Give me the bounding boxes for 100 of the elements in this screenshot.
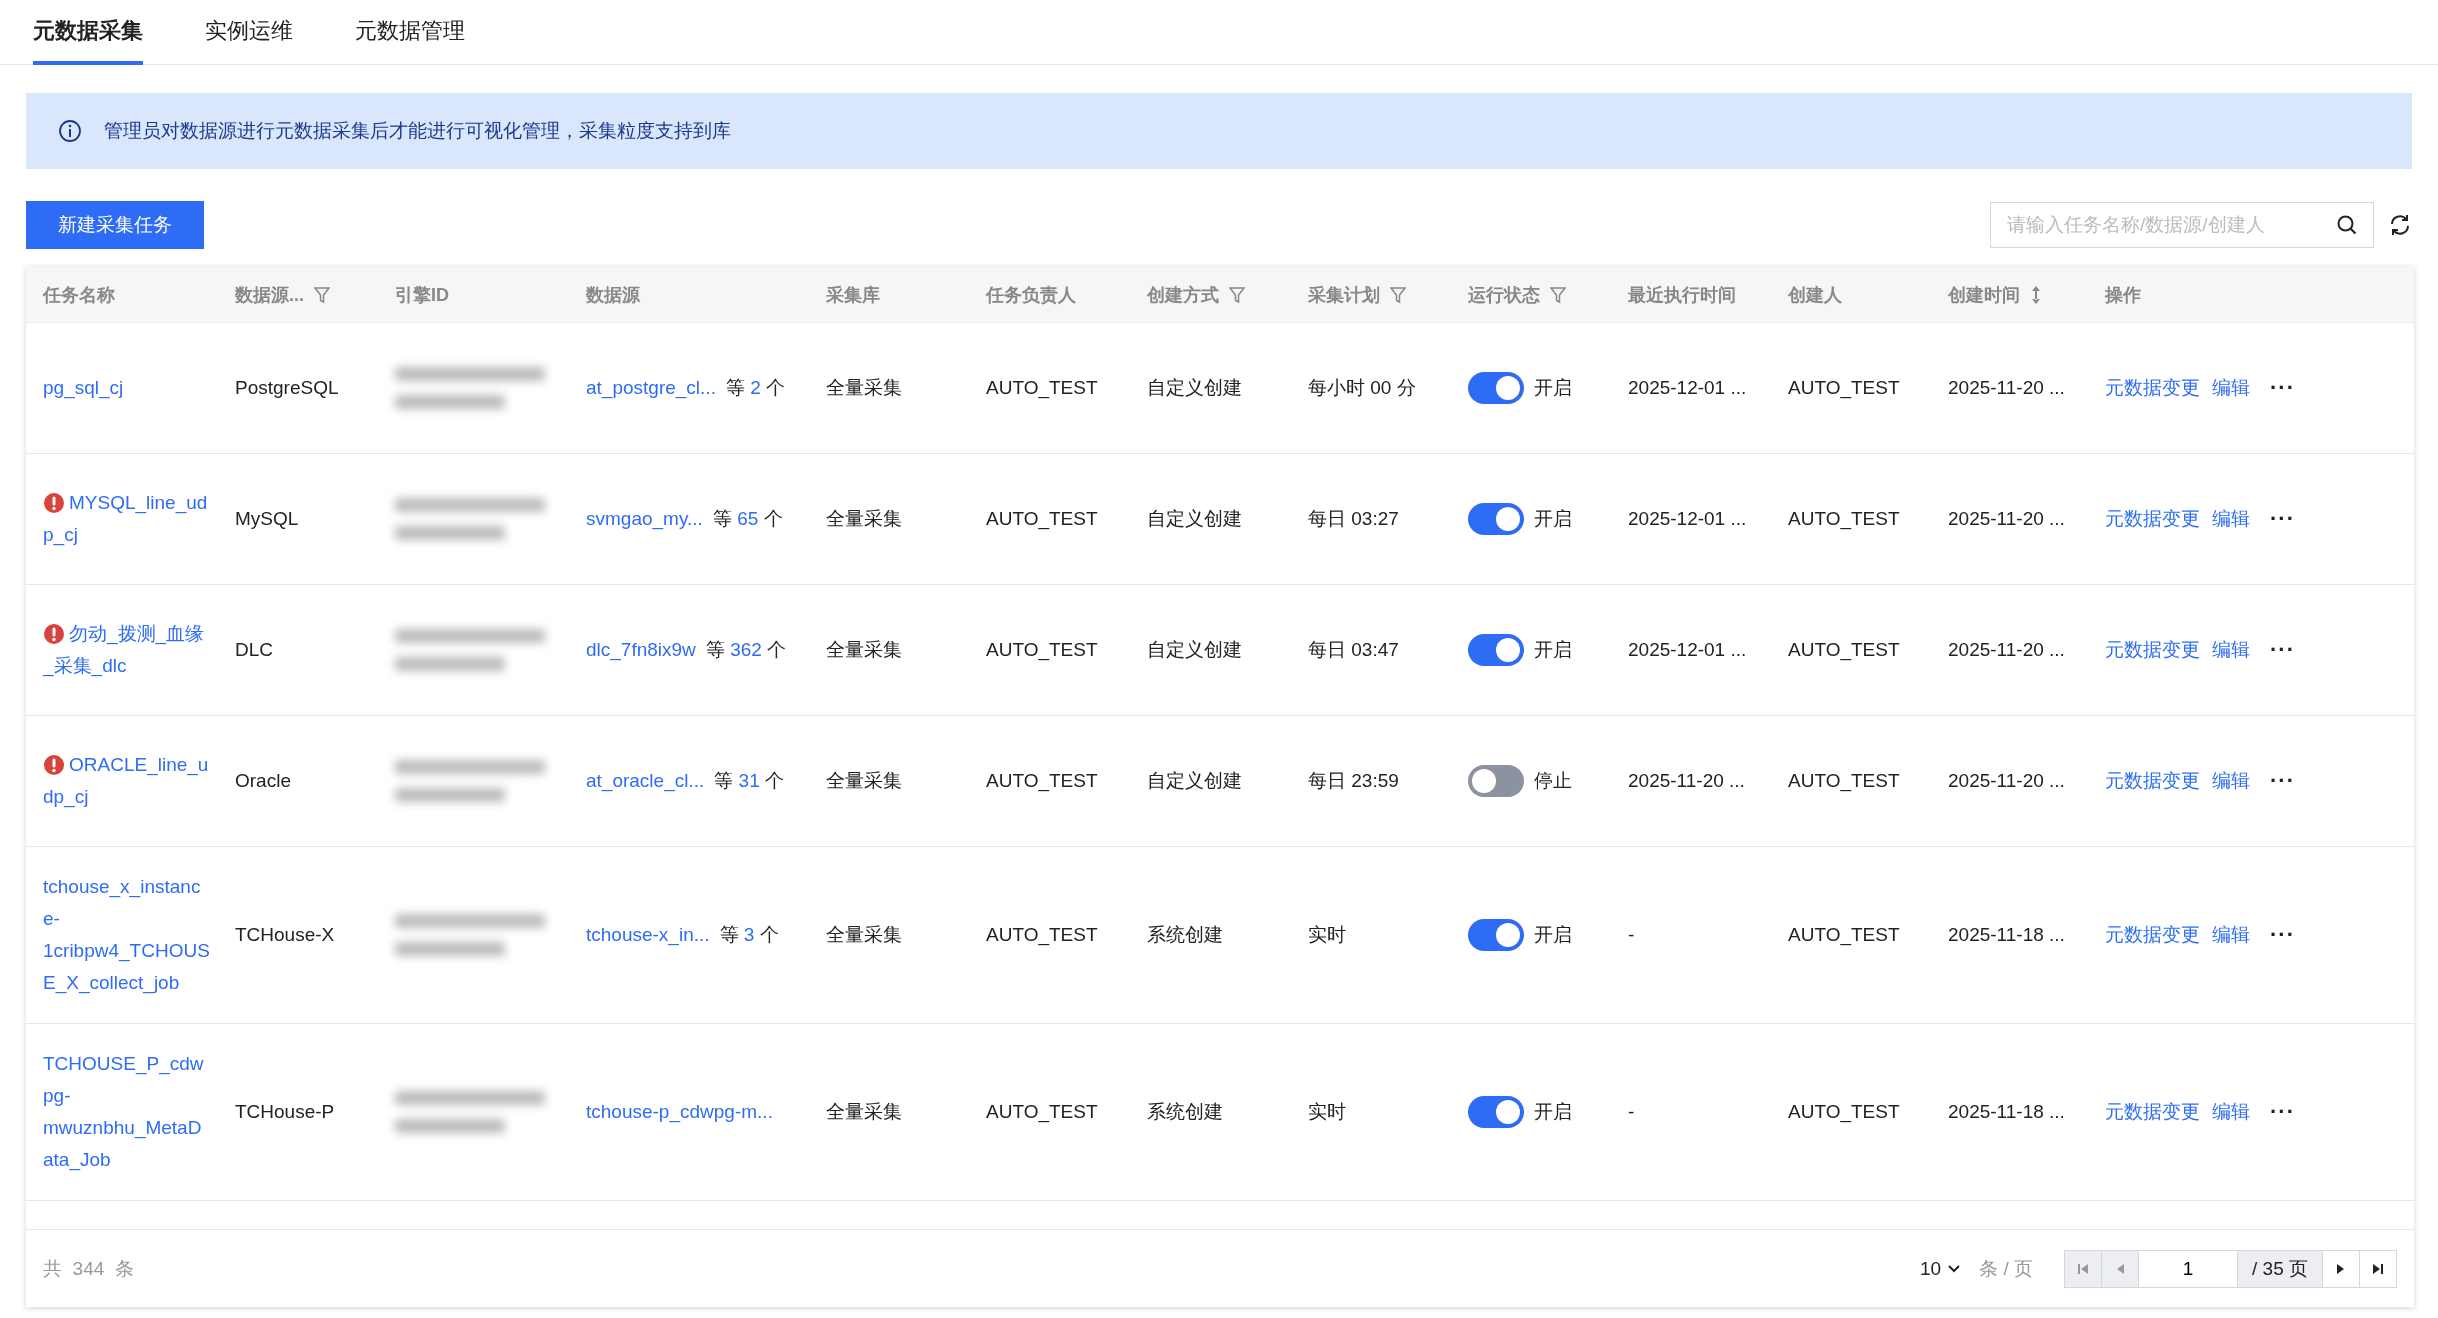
task-name-link[interactable]: pg_sql_cj — [43, 372, 210, 404]
status-label: 开启 — [1534, 638, 1572, 662]
table-cell: 自定义创建 — [1147, 770, 1242, 791]
column-header: 引擎ID — [395, 283, 449, 307]
table-cell: 自定义创建 — [1147, 377, 1242, 398]
triangle-right-icon — [2336, 1262, 2346, 1275]
filter-icon[interactable] — [1229, 285, 1245, 304]
action-link[interactable]: 编辑 — [2212, 1099, 2250, 1125]
table-cell: - — [1628, 1101, 1635, 1122]
table-cell: TCHouse-X — [235, 924, 335, 945]
table-cell: MySQL — [235, 508, 299, 529]
task-name-link[interactable]: TCHOUSE_P_cdwpg-mwuznbhu_MetaData_Job — [43, 1048, 210, 1176]
status-label: 停止 — [1534, 769, 1572, 793]
action-link[interactable]: 元数据变更 — [2105, 922, 2200, 948]
search-icon[interactable] — [2336, 214, 2358, 236]
table-cell: AUTO_TEST — [986, 1101, 1098, 1122]
table-cell: AUTO_TEST — [1788, 639, 1900, 660]
table-cell: 自定义创建 — [1147, 508, 1242, 529]
tab[interactable]: 元数据采集 — [33, 0, 143, 65]
page-size-select[interactable]: 10 — [1914, 1256, 1968, 1281]
more-button[interactable]: ··· — [2262, 637, 2295, 663]
action-link[interactable]: 编辑 — [2212, 922, 2250, 948]
table-cell: AUTO_TEST — [1788, 377, 1900, 398]
filter-icon[interactable] — [1550, 285, 1566, 304]
info-text: 管理员对数据源进行元数据采集后才能进行可视化管理，采集粒度支持到库 — [104, 119, 731, 143]
table-cell: 每日 03:27 — [1308, 508, 1399, 529]
column-header: 操作 — [2105, 283, 2141, 307]
more-button[interactable]: ··· — [2262, 375, 2295, 401]
table-cell: 自定义创建 — [1147, 639, 1242, 660]
datasource-link[interactable]: svmgao_my... — [586, 508, 703, 530]
status-toggle[interactable] — [1468, 765, 1524, 797]
column-header: 数据源 — [586, 283, 640, 307]
table-cell: 每小时 00 分 — [1308, 377, 1416, 398]
table-cell: AUTO_TEST — [1788, 508, 1900, 529]
table-cell: - — [1628, 924, 1635, 945]
table-cell: 每日 23:59 — [1308, 770, 1399, 791]
datasource-link[interactable]: tchouse-p_cdwpg-m... — [586, 1101, 773, 1123]
triangle-left-icon — [2115, 1262, 2125, 1275]
status-toggle[interactable] — [1468, 919, 1524, 951]
column-header: 创建时间 — [1948, 283, 2020, 307]
action-link[interactable]: 编辑 — [2212, 375, 2250, 401]
status-label: 开启 — [1534, 1100, 1572, 1124]
refresh-icon[interactable] — [2388, 213, 2412, 237]
tab[interactable]: 元数据管理 — [355, 0, 465, 65]
task-name-link[interactable]: ORACLE_line_udp_cj — [43, 749, 210, 813]
datasource-link[interactable]: at_postgre_cl... — [586, 377, 716, 399]
task-name-link[interactable]: MYSQL_line_udp_cj — [43, 487, 210, 551]
table-cell: 全量采集 — [826, 1101, 902, 1122]
action-link[interactable]: 编辑 — [2212, 768, 2250, 794]
action-link[interactable]: 编辑 — [2212, 637, 2250, 663]
sort-icon[interactable] — [2030, 284, 2042, 305]
table-cell: 实时 — [1308, 924, 1346, 945]
more-button[interactable]: ··· — [2262, 506, 2295, 532]
task-name-link[interactable]: 勿动_拨测_血缘_采集_dlc — [43, 618, 210, 682]
table-cell: DLC — [235, 639, 273, 660]
page-input[interactable]: 1 — [2138, 1249, 2238, 1288]
action-link[interactable]: 元数据变更 — [2105, 506, 2200, 532]
status-toggle[interactable] — [1468, 1096, 1524, 1128]
action-link[interactable]: 编辑 — [2212, 506, 2250, 532]
table-cell: 2025-11-18 ... — [1948, 1101, 2065, 1122]
previous-page-button[interactable] — [2101, 1249, 2139, 1288]
table-cell: 实时 — [1308, 1101, 1346, 1122]
more-button[interactable]: ··· — [2262, 768, 2295, 794]
action-link[interactable]: 元数据变更 — [2105, 375, 2200, 401]
table-cell: 2025-12-01 ... — [1628, 639, 1747, 660]
more-button[interactable]: ··· — [2262, 922, 2295, 948]
table-cell: 系统创建 — [1147, 924, 1223, 945]
tab[interactable]: 实例运维 — [205, 0, 293, 65]
action-link[interactable]: 元数据变更 — [2105, 768, 2200, 794]
filter-icon[interactable] — [1390, 285, 1406, 304]
table-cell: AUTO_TEST — [1788, 924, 1900, 945]
next-page-button[interactable] — [2322, 1249, 2360, 1288]
more-button[interactable]: ··· — [2262, 1099, 2295, 1125]
action-link[interactable]: 元数据变更 — [2105, 1099, 2200, 1125]
search-field[interactable]: 请输入任务名称/数据源/创建人 — [1990, 202, 2374, 248]
table-cell: 全量采集 — [826, 639, 902, 660]
table-cell: AUTO_TEST — [1788, 770, 1900, 791]
table-cell: AUTO_TEST — [1788, 1101, 1900, 1122]
column-header: 数据源... — [235, 283, 304, 307]
task-name-link[interactable]: tchouse_x_instance-1cribpw4_TCHOUSE_X_collect_job — [43, 871, 210, 999]
status-toggle[interactable] — [1468, 372, 1524, 404]
column-header: 创建方式 — [1147, 283, 1219, 307]
datasource-link[interactable]: at_oracle_cl... — [586, 770, 705, 792]
action-link[interactable]: 元数据变更 — [2105, 637, 2200, 663]
datasource-count: 等 2 个 — [725, 376, 786, 400]
info-icon — [58, 119, 82, 143]
datasource-link[interactable]: tchouse-x_in... — [586, 924, 710, 946]
table-cell: 全量采集 — [826, 924, 902, 945]
last-page-button[interactable] — [2359, 1249, 2397, 1288]
table-cell: AUTO_TEST — [986, 770, 1098, 791]
table-cell: 2025-11-20 ... — [1628, 770, 1745, 791]
create-task-button[interactable]: 新建采集任务 — [26, 201, 204, 249]
datasource-link[interactable]: dlc_7fn8ix9w — [586, 639, 696, 661]
first-page-button[interactable] — [2064, 1249, 2102, 1288]
page-count: / 35 页 — [2237, 1249, 2323, 1288]
column-header: 任务名称 — [43, 283, 115, 307]
filter-icon[interactable] — [314, 285, 330, 304]
status-toggle[interactable] — [1468, 634, 1524, 666]
status-toggle[interactable] — [1468, 503, 1524, 535]
table-cell: 2025-11-20 ... — [1948, 770, 2065, 791]
